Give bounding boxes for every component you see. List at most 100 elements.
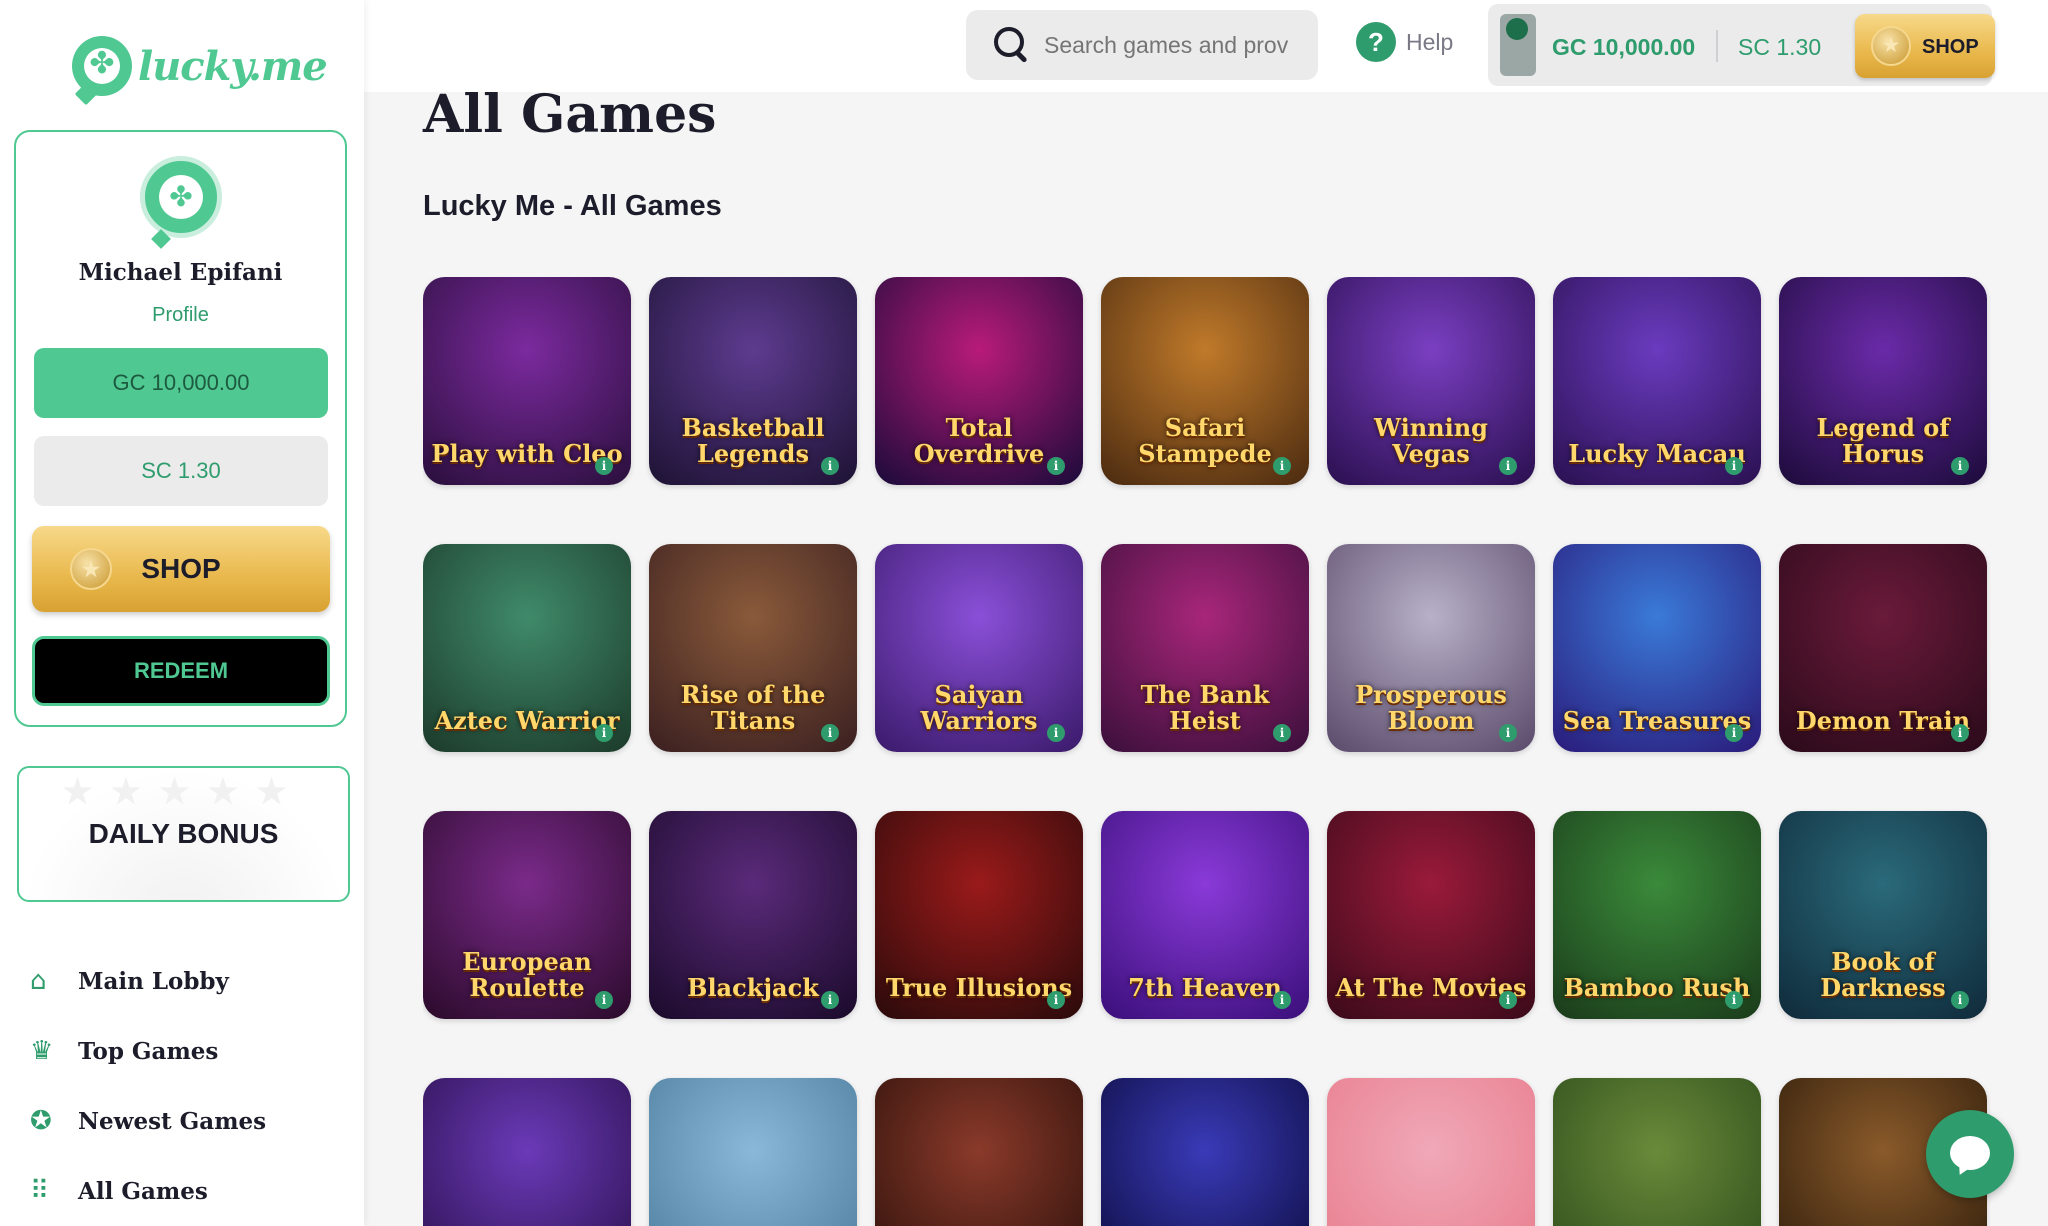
user-name: Michael Epifani [78, 259, 283, 286]
info-icon[interactable]: i [1273, 724, 1291, 742]
logo-text: lucky.me [138, 42, 328, 90]
crown-icon: ♛ [30, 1036, 54, 1066]
help-label: Help [1406, 28, 1454, 55]
game-tile[interactable]: Play with Cleo i [423, 277, 631, 485]
game-tile[interactable] [1553, 1078, 1761, 1226]
info-icon[interactable]: i [1499, 724, 1517, 742]
search-input[interactable] [1044, 31, 1294, 59]
section-title: Lucky Me - All Games [423, 190, 722, 222]
game-tile[interactable]: Demon Train i [1779, 544, 1987, 752]
game-artwork [1327, 1078, 1535, 1226]
sidebar-item-newest-games[interactable]: ✪ Newest Games [30, 1086, 266, 1156]
game-title: Blackjack [687, 973, 819, 1002]
game-tile[interactable]: Lucky Macau i [1553, 277, 1761, 485]
nav-label: Main Lobby [78, 967, 229, 995]
info-icon[interactable]: i [1725, 991, 1743, 1009]
info-icon[interactable]: i [821, 724, 839, 742]
game-title: Legend of Horus [1816, 413, 1950, 468]
clover-logo-icon [72, 36, 132, 106]
gc-balance[interactable]: GC 10,000.00 [1552, 34, 1695, 61]
sidebar-item-top-games[interactable]: ♛ Top Games [30, 1016, 266, 1086]
game-title: 7th Heaven [1128, 973, 1282, 1002]
info-icon[interactable]: i [595, 991, 613, 1009]
sidebar-item-main-lobby[interactable]: ⌂ Main Lobby [30, 946, 266, 1016]
stars-decoration: ★★★★★ [62, 773, 305, 811]
game-tile[interactable] [1327, 1078, 1535, 1226]
home-icon: ⌂ [30, 966, 47, 996]
daily-bonus-button[interactable]: ★★★★★ DAILY BONUS [17, 766, 350, 902]
game-artwork [875, 1078, 1083, 1226]
info-icon[interactable]: i [1047, 991, 1065, 1009]
user-avatar-icon[interactable] [1500, 14, 1536, 76]
info-icon[interactable]: i [1273, 991, 1291, 1009]
game-tile[interactable] [423, 1078, 631, 1226]
help-button[interactable]: ? Help [1356, 22, 1453, 62]
game-tile[interactable]: True Illusions i [875, 811, 1083, 1019]
game-tile[interactable]: Blackjack i [649, 811, 857, 1019]
game-artwork [1553, 1078, 1761, 1226]
info-icon[interactable]: i [1725, 724, 1743, 742]
game-tile[interactable]: Book of Darkness i [1779, 811, 1987, 1019]
top-shop-label: SHOP [1922, 36, 1979, 58]
balance-bar: GC 10,000.00 SC 1.30 SHOP [1488, 4, 1995, 86]
search-box[interactable] [966, 10, 1318, 80]
question-icon: ? [1356, 22, 1396, 62]
info-icon[interactable]: i [1499, 991, 1517, 1009]
game-tile[interactable] [649, 1078, 857, 1226]
coin-icon [1871, 26, 1911, 66]
profile-card: Michael Epifani Profile GC 10,000.00 SC … [14, 130, 347, 727]
game-tile[interactable]: 7th Heaven i [1101, 811, 1309, 1019]
game-title: Basketball Legends [681, 413, 825, 468]
shop-button[interactable]: SHOP [32, 526, 330, 612]
game-title: Saiyan Warriors [920, 680, 1038, 735]
game-title: At The Movies [1335, 973, 1527, 1002]
sc-balance-pill[interactable]: SC 1.30 [34, 436, 328, 506]
info-icon[interactable]: i [1047, 724, 1065, 742]
game-tile[interactable]: Legend of Horus i [1779, 277, 1987, 485]
info-icon[interactable]: i [1951, 724, 1969, 742]
info-icon[interactable]: i [821, 457, 839, 475]
game-tile[interactable]: The Bank Heist i [1101, 544, 1309, 752]
game-title: Lucky Macau [1568, 439, 1746, 468]
game-tile[interactable]: Saiyan Warriors i [875, 544, 1083, 752]
avatar[interactable] [140, 156, 222, 238]
top-shop-button[interactable]: SHOP [1855, 14, 1995, 78]
info-icon[interactable]: i [595, 724, 613, 742]
logo[interactable]: lucky.me [72, 36, 328, 106]
info-icon[interactable]: i [595, 457, 613, 475]
info-icon[interactable]: i [1273, 457, 1291, 475]
game-tile[interactable] [875, 1078, 1083, 1226]
sidebar-nav: ⌂ Main Lobby ♛ Top Games ✪ Newest Games … [30, 946, 266, 1226]
info-icon[interactable]: i [1047, 457, 1065, 475]
game-tile[interactable]: Rise of the Titans i [649, 544, 857, 752]
game-tile[interactable] [1101, 1078, 1309, 1226]
game-tile[interactable]: Sea Treasures i [1553, 544, 1761, 752]
game-tile[interactable]: European Roulette i [423, 811, 631, 1019]
game-tile[interactable]: Bamboo Rush i [1553, 811, 1761, 1019]
info-icon[interactable]: i [1499, 457, 1517, 475]
star-badge-icon: ✪ [30, 1106, 52, 1136]
game-grid: Play with Cleo i Basketball Legends i Total … [423, 277, 1991, 1226]
game-title: Sea Treasures [1562, 706, 1752, 735]
game-tile[interactable]: Basketball Legends i [649, 277, 857, 485]
game-title: Play with Cleo [431, 439, 623, 468]
sidebar-item-all-games[interactable]: ⠿ All Games [30, 1156, 266, 1226]
nav-label: All Games [78, 1177, 208, 1205]
game-tile[interactable]: Safari Stampede i [1101, 277, 1309, 485]
game-tile[interactable]: Prosperous Bloom i [1327, 544, 1535, 752]
info-icon[interactable]: i [1951, 991, 1969, 1009]
info-icon[interactable]: i [821, 991, 839, 1009]
game-tile[interactable]: At The Movies i [1327, 811, 1535, 1019]
sc-balance[interactable]: SC 1.30 [1738, 34, 1821, 61]
shop-button-label: SHOP [141, 553, 221, 584]
game-tile[interactable]: Total Overdrive i [875, 277, 1083, 485]
chat-bubble-icon[interactable] [1926, 1110, 2014, 1198]
game-tile[interactable]: Winning Vegas i [1327, 277, 1535, 485]
profile-link[interactable]: Profile [16, 304, 345, 327]
info-icon[interactable]: i [1725, 457, 1743, 475]
game-title: Aztec Warrior [434, 706, 620, 735]
game-tile[interactable]: Aztec Warrior i [423, 544, 631, 752]
redeem-button[interactable]: REDEEM [32, 636, 330, 706]
info-icon[interactable]: i [1951, 457, 1969, 475]
gc-balance-pill[interactable]: GC 10,000.00 [34, 348, 328, 418]
